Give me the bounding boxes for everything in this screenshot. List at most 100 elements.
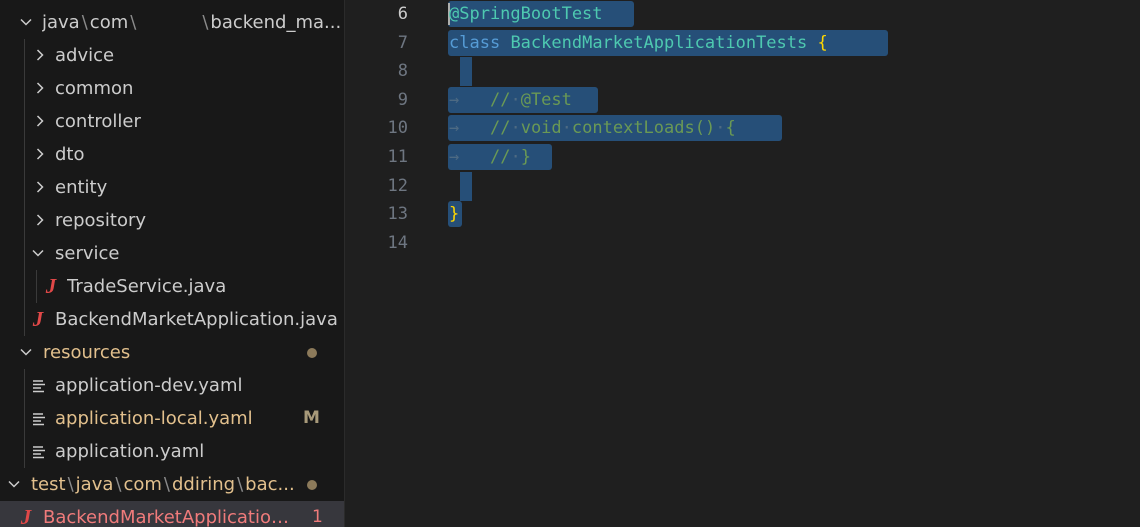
code-text: → //·void·contextLoads()·{ (449, 114, 736, 143)
indent-guide (24, 105, 25, 138)
line-number: 13 (387, 204, 408, 225)
path-segment: test (31, 474, 66, 495)
code-line: 8 (346, 57, 1140, 87)
vscode-window: java \ com \ \ backend_ma... advice common (0, 0, 1140, 527)
code-line: 6 @SpringBootTest (346, 0, 1140, 29)
chevron-right-icon (32, 72, 48, 105)
modified-dot-icon (307, 480, 317, 490)
comment-token: // (489, 147, 511, 167)
comment-token: // (489, 118, 511, 139)
tree-item-label: BackendMarketApplicationT... (43, 507, 298, 527)
path-separator: \ (237, 474, 244, 495)
tree-file-backend-market-application-tests[interactable]: J BackendMarketApplicationT... 1 (0, 501, 344, 527)
folder-path-label: java \ com \ \ backend_ma... (42, 6, 342, 39)
line-number: 14 (387, 232, 408, 253)
chevron-right-icon (32, 105, 48, 138)
tree-folder-service[interactable]: service (0, 237, 344, 270)
tab-marker-token: → (449, 118, 460, 139)
chevron-right-icon (32, 39, 48, 72)
comment-token: } (520, 147, 531, 167)
brace-token: { (817, 32, 828, 53)
indent-guide (24, 369, 25, 402)
tree-item-label: application-dev.yaml (55, 375, 243, 396)
indent-guide (36, 270, 37, 303)
path-segment: java (42, 12, 80, 33)
comment-token: @Test (520, 89, 572, 110)
tree-folder-dto[interactable]: dto (0, 138, 344, 171)
tree-file-application-dev-yaml[interactable]: application-dev.yaml (0, 369, 344, 402)
path-separator: \ (115, 474, 122, 495)
tree-file-application-yaml[interactable]: application.yaml (0, 435, 344, 468)
code-line: 7 class BackendMarketApplicationTests { (346, 29, 1140, 58)
tree-folder-entity[interactable]: entity (0, 171, 344, 204)
tree-item-label: repository (55, 210, 147, 231)
tree-item-label: common (55, 78, 134, 99)
tree-item-label: service (55, 243, 120, 264)
code-editor[interactable]: 6 @SpringBootTest 7 class BackendMarketA… (346, 0, 1140, 527)
path-segment: ddiring (171, 474, 236, 495)
code-line: 12 (346, 171, 1140, 201)
code-line: 11 → //·} (346, 143, 1140, 172)
comment-token: // (489, 89, 511, 110)
explorer-sidebar: java \ com \ \ backend_ma... advice common (0, 0, 345, 527)
path-separator: \ (202, 12, 209, 33)
tree-folder-repository[interactable]: repository (0, 204, 344, 237)
chevron-down-icon (18, 6, 34, 39)
indent-guide (24, 171, 25, 204)
code-text: → //·@Test (449, 86, 572, 115)
tree-file-trade-service[interactable]: J TradeService.java (0, 270, 344, 303)
code-line: 13 } (346, 200, 1140, 229)
path-segment: bac... (245, 474, 295, 495)
brace-token: } (449, 204, 460, 225)
code-line: 9 → //·@Test (346, 86, 1140, 115)
yaml-file-icon (31, 402, 49, 435)
tree-folder-test-path[interactable]: test \ java \ com \ ddiring \ bac... (0, 468, 344, 501)
tree-folder-common[interactable]: common (0, 72, 344, 105)
comment-token: { (725, 118, 736, 139)
line-number: 11 (387, 147, 408, 167)
git-modified-badge: M (303, 408, 320, 428)
indent-guide (24, 303, 25, 336)
indent-guide (24, 138, 25, 171)
tree-item-label: entity (55, 177, 108, 198)
chevron-right-icon (32, 138, 48, 171)
code-line: 14 (346, 229, 1140, 258)
line-number: 12 (387, 175, 408, 196)
tree-folder-java-path[interactable]: java \ com \ \ backend_ma... (0, 6, 344, 39)
space-marker-token: · (510, 118, 521, 139)
comment-token: contextLoads() (571, 118, 716, 139)
tree-item-label: application-local.yaml (55, 408, 253, 429)
yaml-file-icon (31, 435, 49, 468)
indent-guide (24, 237, 25, 270)
indent-guide (24, 72, 25, 105)
indent-guide (24, 435, 25, 468)
tree-file-application-local-yaml[interactable]: application-local.yaml M (0, 402, 344, 435)
tree-item-label: advice (55, 45, 115, 66)
path-separator: \ (130, 12, 137, 33)
class-name-token: BackendMarketApplicationTests (510, 32, 808, 53)
yaml-file-icon (31, 369, 49, 402)
line-number: 6 (397, 4, 408, 24)
tab-marker-token: → (449, 147, 460, 167)
tree-folder-resources[interactable]: resources (0, 336, 344, 369)
problem-count-badge: 1 (312, 507, 323, 527)
line-number: 9 (397, 89, 408, 110)
tree-folder-advice[interactable]: advice (0, 39, 344, 72)
java-file-icon: J (20, 505, 32, 527)
tree-file-backend-market-application[interactable]: J BackendMarketApplication.java (0, 303, 344, 336)
path-segment: com (89, 12, 129, 33)
indent-guide (24, 270, 25, 303)
line-number: 7 (397, 32, 408, 53)
line-number: 10 (387, 118, 408, 139)
path-segment: backend_ma... (210, 12, 342, 33)
tree-item-label: BackendMarketApplication.java (55, 309, 338, 330)
code-text: → //·} (449, 143, 531, 172)
space-marker-token: · (561, 118, 572, 139)
space-marker-token: · (715, 118, 726, 139)
tree-folder-controller[interactable]: controller (0, 105, 344, 138)
